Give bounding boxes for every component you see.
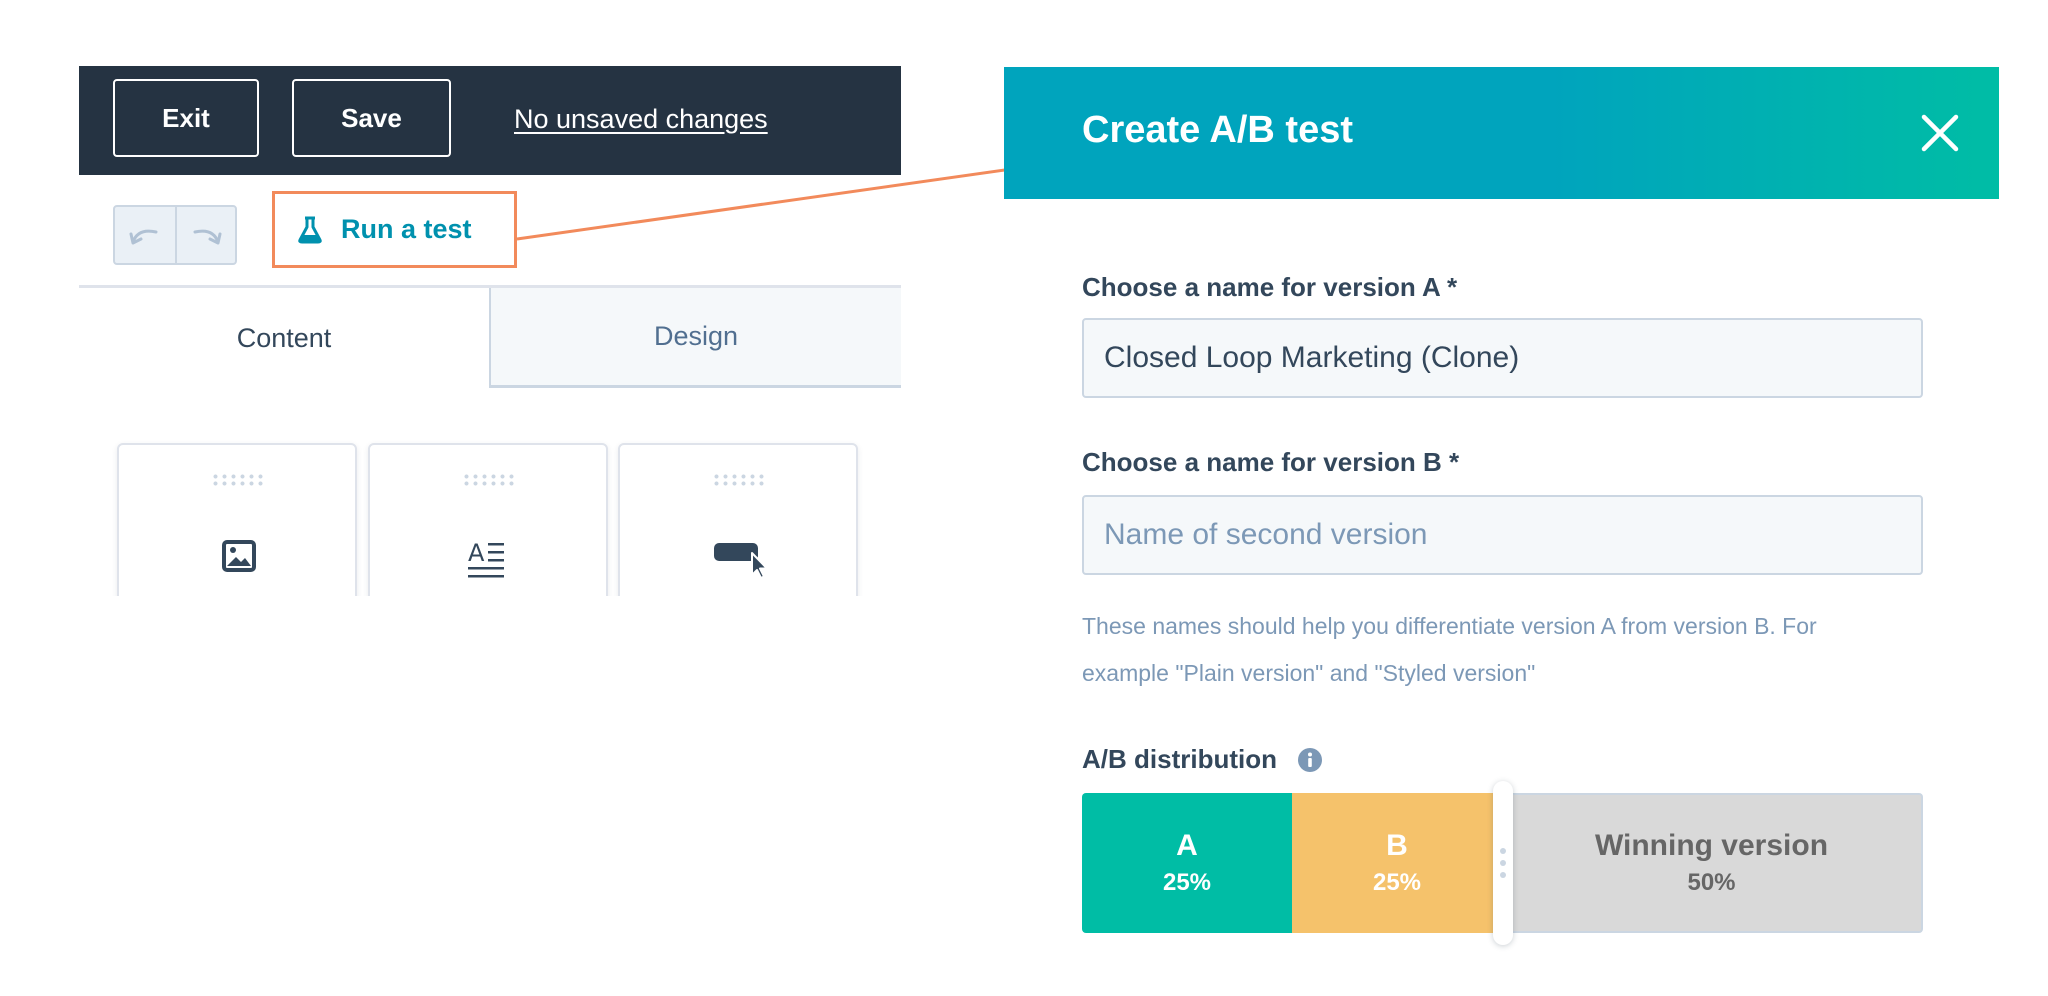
rich-text-icon: A [468, 539, 504, 578]
run-a-test-button[interactable]: Run a test [272, 191, 517, 268]
drag-grip-icon [462, 473, 516, 487]
version-a-label: Choose a name for version A * [1082, 272, 1458, 302]
help-text-line: These names should help you differentiat… [1082, 613, 1817, 639]
close-icon[interactable] [1918, 111, 1962, 155]
module-card-button[interactable] [618, 443, 858, 596]
distribution-label-text: A/B distribution [1082, 744, 1277, 774]
help-text-line: example "Plain version" and "Styled vers… [1082, 660, 1536, 686]
module-card-rich-text[interactable]: A [368, 443, 608, 596]
help-text: These names should help you differentiat… [1082, 603, 1902, 697]
image-icon [222, 540, 256, 572]
button-cursor-icon [714, 543, 768, 579]
module-card-image[interactable] [117, 443, 357, 596]
version-b-label: Choose a name for version B * [1082, 447, 1460, 477]
info-icon[interactable] [1297, 747, 1323, 773]
modal-title: Create A/B test [1082, 109, 1354, 151]
tab-content[interactable]: Content [79, 288, 489, 388]
segment-a-name: A [1176, 829, 1198, 862]
flask-icon [298, 216, 322, 243]
version-a-input[interactable] [1082, 318, 1923, 398]
segment-b-percent: 25% [1372, 869, 1422, 896]
undo-redo-group [113, 205, 237, 265]
exit-button[interactable]: Exit [113, 79, 259, 157]
tab-design[interactable]: Design [489, 288, 901, 388]
editor-tabs: Content Design [79, 288, 901, 388]
undo-button[interactable] [115, 207, 175, 263]
handle-dot [1500, 872, 1506, 878]
segment-winning-name: Winning version [1594, 829, 1829, 862]
distribution-slider-handle[interactable] [1493, 781, 1513, 945]
modal-header: Create A/B test [1004, 67, 1999, 199]
unsaved-changes-link[interactable]: No unsaved changes [514, 104, 768, 135]
editor-top-bar: Exit Save No unsaved changes [79, 66, 901, 175]
editor-toolbar: Run a test [79, 175, 901, 288]
segment-b: B 25% [1292, 793, 1502, 933]
editor-panel: Exit Save No unsaved changes Run a test … [79, 66, 901, 596]
distribution-bar[interactable]: A 25% B 25% Winning version 50% [1082, 781, 1923, 945]
segment-a: A 25% [1082, 793, 1292, 933]
handle-dot [1500, 860, 1506, 866]
segment-winning-version: Winning version 50% [1502, 793, 1923, 933]
version-b-input[interactable] [1082, 495, 1923, 575]
drag-grip-icon [712, 473, 766, 487]
save-button[interactable]: Save [292, 79, 451, 157]
segment-a-percent: 25% [1162, 869, 1212, 896]
redo-icon [193, 229, 222, 245]
create-ab-test-modal: Create A/B test Choose a name for versio… [1004, 67, 1999, 996]
undo-icon [129, 229, 158, 245]
segment-b-name: B [1386, 829, 1408, 862]
run-a-test-label: Run a test [341, 214, 472, 244]
drag-grip-icon [211, 473, 265, 487]
redo-button[interactable] [175, 207, 235, 263]
distribution-label: A/B distribution [1082, 744, 1323, 775]
segment-winning-percent: 50% [1687, 869, 1736, 896]
handle-dot [1500, 848, 1506, 854]
svg-text:A: A [468, 539, 485, 567]
